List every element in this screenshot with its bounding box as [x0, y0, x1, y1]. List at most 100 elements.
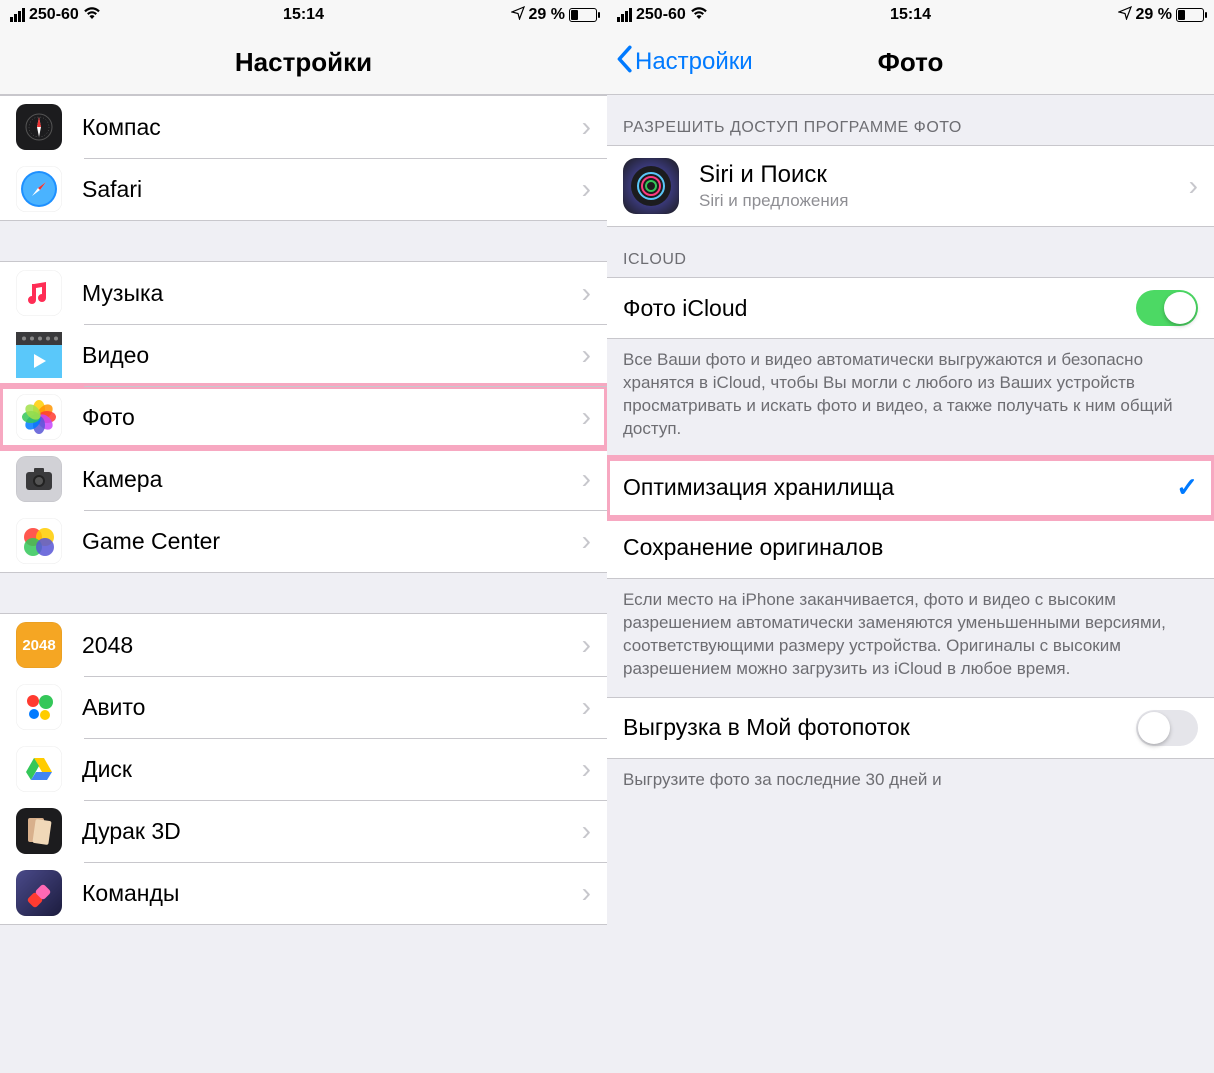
status-bar: 250-60 15:14 29 %	[0, 0, 607, 30]
row-label: Сохранение оригиналов	[623, 534, 1198, 561]
row-label: Siri и Поиск	[699, 161, 1189, 189]
row-music[interactable]: Музыка ›	[0, 262, 607, 324]
avito-icon	[16, 684, 62, 730]
battery-pct: 29 %	[1136, 6, 1172, 24]
row-gamecenter[interactable]: Game Center ›	[0, 510, 607, 572]
carrier-label: 250-60	[636, 6, 686, 24]
clock: 15:14	[283, 6, 324, 24]
row-video[interactable]: Видео ›	[0, 324, 607, 386]
chevron-right-icon: ›	[582, 877, 591, 909]
row-safari[interactable]: Safari ›	[0, 158, 607, 220]
siri-icon	[623, 158, 679, 214]
row-label: Команды	[82, 880, 582, 907]
chevron-right-icon: ›	[1189, 170, 1198, 202]
chevron-right-icon: ›	[582, 277, 591, 309]
photostream-toggle[interactable]	[1136, 710, 1198, 746]
access-group: Siri и Поиск Siri и предложения ›	[607, 145, 1214, 227]
signal-icon	[617, 8, 632, 22]
row-2048[interactable]: 2048 2048 ›	[0, 614, 607, 676]
nav-bar: Настройки Фото	[607, 30, 1214, 95]
back-button[interactable]: Настройки	[615, 45, 753, 80]
gamecenter-icon	[16, 518, 62, 564]
location-icon	[511, 6, 525, 24]
row-label: Камера	[82, 466, 582, 493]
row-label: 2048	[82, 632, 582, 659]
row-compass[interactable]: Компас ›	[0, 96, 607, 158]
safari-icon	[16, 166, 62, 212]
row-optimize-storage[interactable]: Оптимизация хранилища ✓	[607, 458, 1214, 518]
settings-screen: 250-60 15:14 29 % Настройки Компас ›	[0, 0, 607, 1073]
row-icloud-photos[interactable]: Фото iCloud	[607, 278, 1214, 338]
shortcuts-icon	[16, 870, 62, 916]
row-photos[interactable]: Фото ›	[0, 386, 607, 448]
battery-pct: 29 %	[529, 6, 565, 24]
row-camera[interactable]: Камера ›	[0, 448, 607, 510]
carrier-label: 250-60	[29, 6, 79, 24]
chevron-right-icon: ›	[582, 629, 591, 661]
row-label: Авито	[82, 694, 582, 721]
chevron-right-icon: ›	[582, 753, 591, 785]
row-label: Диск	[82, 756, 582, 783]
music-icon	[16, 270, 62, 316]
row-keep-originals[interactable]: Сохранение оригиналов	[607, 518, 1214, 578]
row-label: Фото	[82, 404, 582, 431]
nav-bar: Настройки	[0, 30, 607, 95]
chevron-right-icon: ›	[582, 339, 591, 371]
chevron-right-icon: ›	[582, 173, 591, 205]
row-shortcuts[interactable]: Команды ›	[0, 862, 607, 924]
clock: 15:14	[890, 6, 931, 24]
row-label: Safari	[82, 176, 582, 203]
photos-icon	[16, 394, 62, 440]
settings-group-media: Музыка › Видео ›	[0, 261, 607, 573]
chevron-right-icon: ›	[582, 525, 591, 557]
wifi-icon	[83, 6, 101, 24]
storage-options-group: Оптимизация хранилища ✓ Сохранение ориги…	[607, 457, 1214, 579]
row-label: Фото iCloud	[623, 295, 1136, 322]
chevron-right-icon: ›	[582, 815, 591, 847]
page-title: Фото	[878, 47, 944, 78]
chevron-right-icon: ›	[582, 463, 591, 495]
section-header-icloud: ICLOUD	[607, 227, 1214, 277]
settings-group-apps: 2048 2048 › Авито › Диск › Дурак 3D ›	[0, 613, 607, 925]
battery-icon	[1176, 8, 1204, 22]
icloud-photos-group: Фото iCloud	[607, 277, 1214, 339]
wifi-icon	[690, 6, 708, 24]
chevron-right-icon: ›	[582, 111, 591, 143]
photos-settings-screen: 250-60 15:14 29 % Настройки Фото РАЗРЕШИ…	[607, 0, 1214, 1073]
section-header-access: РАЗРЕШИТЬ ДОСТУП ПРОГРАММЕ ФОТО	[607, 95, 1214, 145]
row-sublabel: Siri и предложения	[699, 191, 1189, 211]
row-label: Дурак 3D	[82, 818, 582, 845]
photostream-group: Выгрузка в Мой фотопоток	[607, 697, 1214, 759]
video-icon	[16, 332, 62, 378]
row-label: Видео	[82, 342, 582, 369]
row-drive[interactable]: Диск ›	[0, 738, 607, 800]
row-avito[interactable]: Авито ›	[0, 676, 607, 738]
location-icon	[1118, 6, 1132, 24]
chevron-right-icon: ›	[582, 691, 591, 723]
row-durak[interactable]: Дурак 3D ›	[0, 800, 607, 862]
compass-icon	[16, 104, 62, 150]
row-label: Компас	[82, 114, 582, 141]
back-label: Настройки	[635, 48, 753, 76]
page-title: Настройки	[235, 47, 372, 78]
status-bar: 250-60 15:14 29 %	[607, 0, 1214, 30]
row-label: Музыка	[82, 280, 582, 307]
row-label: Game Center	[82, 528, 582, 555]
durak-icon	[16, 808, 62, 854]
drive-icon	[16, 746, 62, 792]
2048-icon: 2048	[16, 622, 62, 668]
photostream-footer: Выгрузите фото за последние 30 дней и	[607, 759, 1214, 808]
optimize-footer: Если место на iPhone заканчивается, фото…	[607, 579, 1214, 697]
chevron-right-icon: ›	[582, 401, 591, 433]
icloud-photos-toggle[interactable]	[1136, 290, 1198, 326]
row-photostream[interactable]: Выгрузка в Мой фотопоток	[607, 698, 1214, 758]
row-label: Оптимизация хранилища	[623, 474, 1176, 501]
camera-icon	[16, 456, 62, 502]
row-siri-search[interactable]: Siri и Поиск Siri и предложения ›	[607, 146, 1214, 226]
icloud-footer: Все Ваши фото и видео автоматически выгр…	[607, 339, 1214, 457]
checkmark-icon: ✓	[1176, 472, 1198, 503]
battery-icon	[569, 8, 597, 22]
settings-group-system: Компас › Safari ›	[0, 95, 607, 221]
row-label: Выгрузка в Мой фотопоток	[623, 714, 1136, 741]
signal-icon	[10, 8, 25, 22]
